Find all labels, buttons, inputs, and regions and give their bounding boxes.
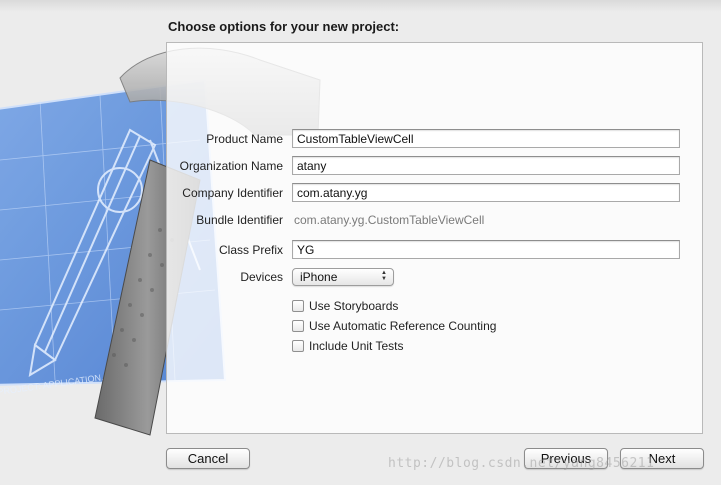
use-arc-checkbox[interactable]	[292, 320, 304, 332]
product-name-label: Product Name	[206, 132, 283, 146]
devices-popup[interactable]: iPhone ▲ ▼	[292, 268, 394, 286]
use-storyboards-label: Use Storyboards	[309, 299, 399, 313]
include-unit-tests-checkbox[interactable]	[292, 340, 304, 352]
use-storyboards-checkbox[interactable]	[292, 300, 304, 312]
product-name-field[interactable]	[292, 129, 680, 148]
devices-label: Devices	[240, 270, 283, 284]
devices-selected-value: iPhone	[300, 270, 338, 284]
bundle-identifier-value: com.atany.yg.CustomTableViewCell	[294, 213, 485, 227]
class-prefix-field[interactable]	[292, 240, 680, 259]
cancel-button[interactable]: Cancel	[166, 448, 250, 469]
up-down-arrows-icon: ▲ ▼	[381, 270, 387, 282]
title-bar-strip	[0, 0, 721, 12]
watermark-url: http://blog.csdn.net/yang8456211	[388, 456, 655, 471]
page-title: Choose options for your new project:	[168, 19, 400, 34]
organization-name-field[interactable]	[292, 156, 680, 175]
organization-name-label: Organization Name	[179, 159, 283, 173]
options-panel	[166, 42, 703, 434]
class-prefix-label: Class Prefix	[218, 243, 283, 257]
use-arc-label: Use Automatic Reference Counting	[309, 319, 497, 333]
include-unit-tests-label: Include Unit Tests	[309, 339, 404, 353]
company-identifier-field[interactable]	[292, 183, 680, 202]
company-identifier-label: Company Identifier	[182, 186, 283, 200]
bundle-identifier-label: Bundle Identifier	[196, 213, 283, 227]
